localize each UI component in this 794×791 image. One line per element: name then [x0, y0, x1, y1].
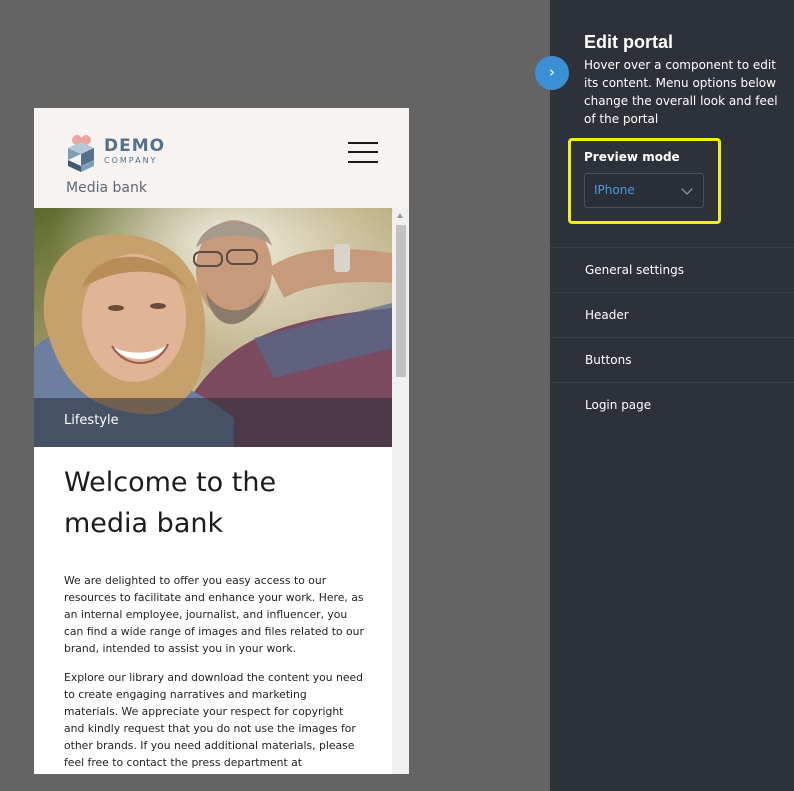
- menu-item-label: Login page: [585, 398, 652, 412]
- settings-menu: General settings Header Buttons Login pa…: [550, 247, 794, 427]
- panel-description: Hover over a component to edit its conte…: [584, 58, 778, 126]
- site-header: DEMO COMPANY Media bank: [34, 108, 409, 208]
- preview-mode-select[interactable]: IPhone: [584, 173, 704, 208]
- menu-item-login-page[interactable]: Login page: [550, 382, 794, 427]
- company-logo[interactable]: DEMO COMPANY: [64, 134, 164, 174]
- hero-banner[interactable]: Lifestyle: [34, 208, 392, 447]
- preview-mode-value: IPhone: [594, 183, 635, 197]
- logo-mark-icon: [68, 135, 94, 172]
- hero-caption: Lifestyle: [64, 413, 119, 428]
- menu-item-label: Header: [585, 308, 629, 322]
- intro-paragraph: We are delighted to offer you easy acces…: [64, 574, 364, 655]
- phone-preview: DEMO COMPANY Media bank Lifestyle Welcom…: [34, 108, 409, 774]
- hamburger-menu-icon[interactable]: [348, 140, 378, 164]
- scrollbar-thumb[interactable]: [396, 225, 406, 377]
- menu-item-label: Buttons: [585, 353, 632, 367]
- hero-caption-bar: Lifestyle: [34, 398, 392, 447]
- preview-scrollbar[interactable]: [392, 208, 409, 774]
- welcome-heading: Welcome to the media bank: [64, 467, 277, 539]
- breadcrumb[interactable]: Media bank: [66, 180, 147, 196]
- logo-title: DEMO: [104, 136, 166, 156]
- menu-item-header[interactable]: Header: [550, 292, 794, 337]
- menu-item-general-settings[interactable]: General settings: [550, 247, 794, 292]
- logo-subtitle: COMPANY: [104, 156, 158, 165]
- edit-portal-panel: Edit portal Hover over a component to ed…: [550, 0, 794, 791]
- panel-title: Edit portal: [584, 32, 673, 52]
- menu-item-buttons[interactable]: Buttons: [550, 337, 794, 382]
- menu-item-label: General settings: [585, 263, 684, 277]
- welcome-content: Welcome to the media bank We are delight…: [64, 462, 364, 774]
- scroll-up-arrow-icon[interactable]: [397, 213, 403, 218]
- chevron-right-icon: ›: [549, 63, 555, 81]
- chevron-down-icon: [681, 183, 693, 195]
- explore-paragraph: Explore our library and download the con…: [64, 671, 363, 769]
- preview-scroll-area[interactable]: Lifestyle Welcome to the media bank We a…: [34, 208, 409, 774]
- preview-mode-section: Preview mode IPhone: [568, 138, 721, 224]
- collapse-panel-button[interactable]: ›: [535, 56, 569, 90]
- preview-mode-label: Preview mode: [584, 150, 680, 164]
